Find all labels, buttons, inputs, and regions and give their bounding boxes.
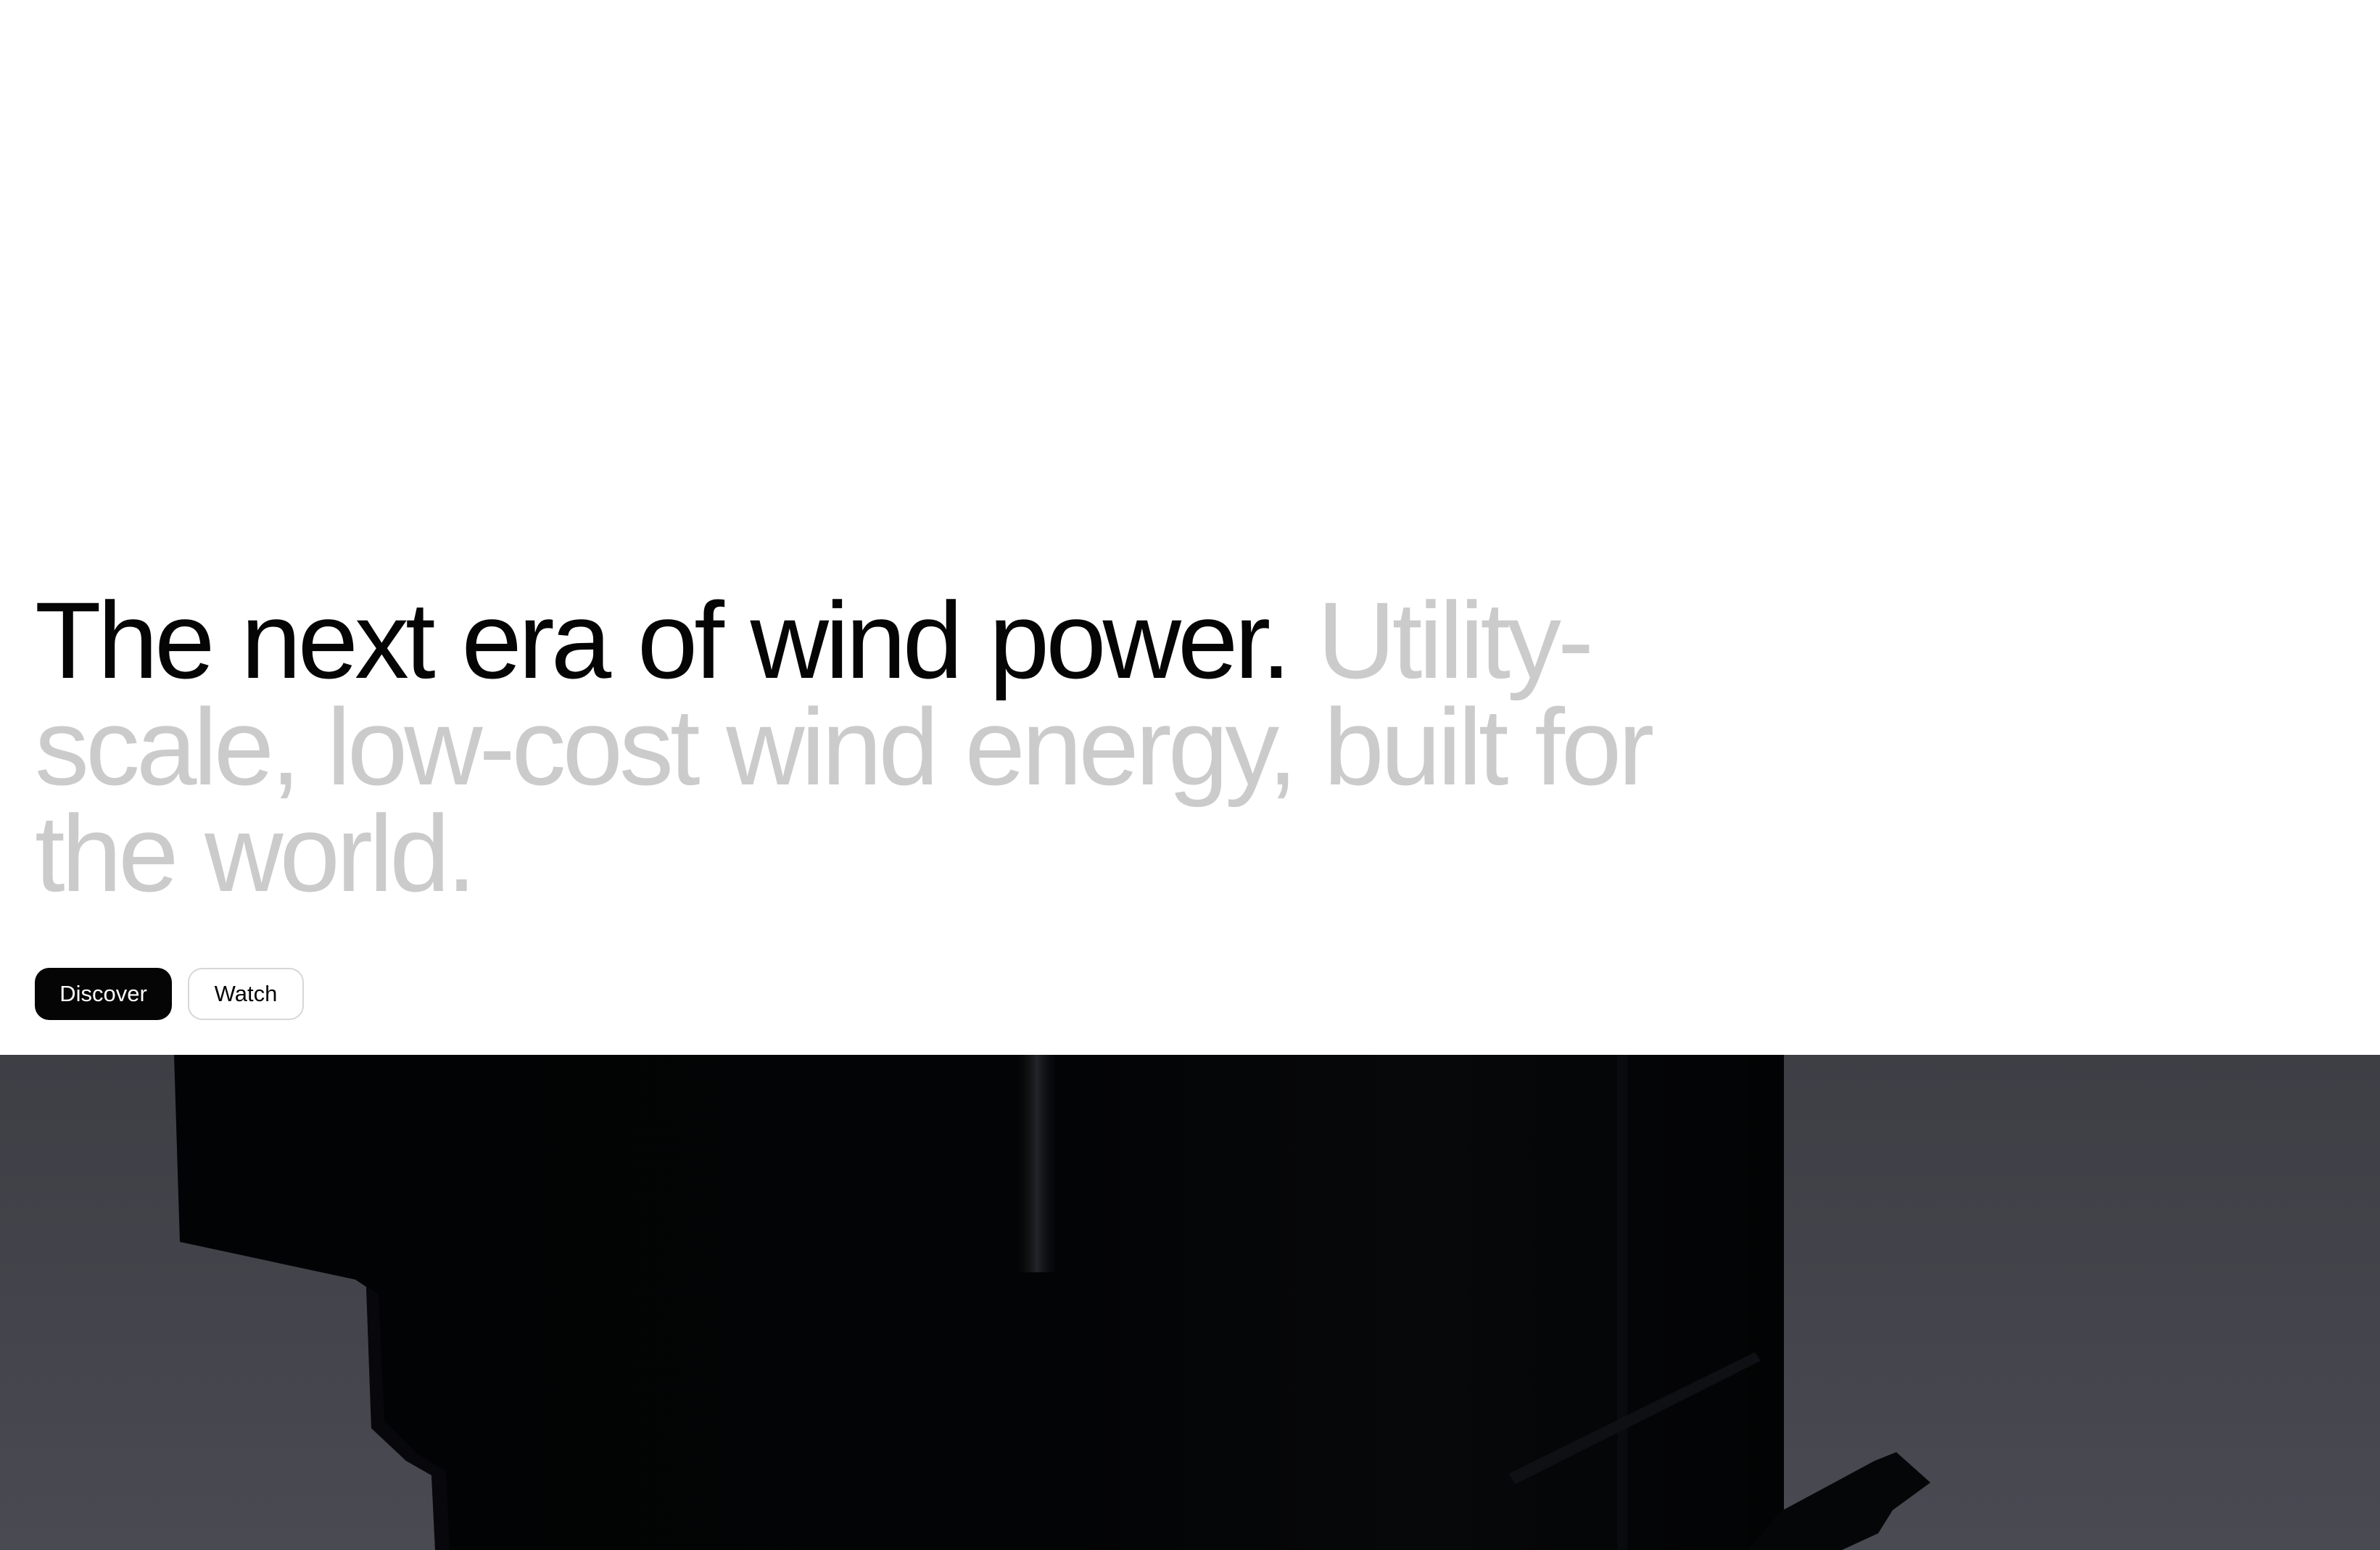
tower-highlight	[1015, 1055, 1059, 1272]
discover-button[interactable]: Discover	[35, 968, 172, 1020]
watch-button[interactable]: Watch	[188, 968, 304, 1020]
cta-row: Discover Watch	[35, 968, 304, 1020]
turbine-structure-shape	[174, 1055, 1784, 1550]
hero-headline: The next era of wind power. Utility-scal…	[35, 586, 1674, 908]
wind-turbine-image	[174, 1055, 1930, 1550]
hero-headline-primary: The next era of wind power.	[35, 579, 1292, 701]
page: The next era of wind power. Utility-scal…	[0, 0, 2380, 1550]
hero-media	[0, 1055, 2380, 1550]
tower-seam	[1617, 1055, 1627, 1550]
